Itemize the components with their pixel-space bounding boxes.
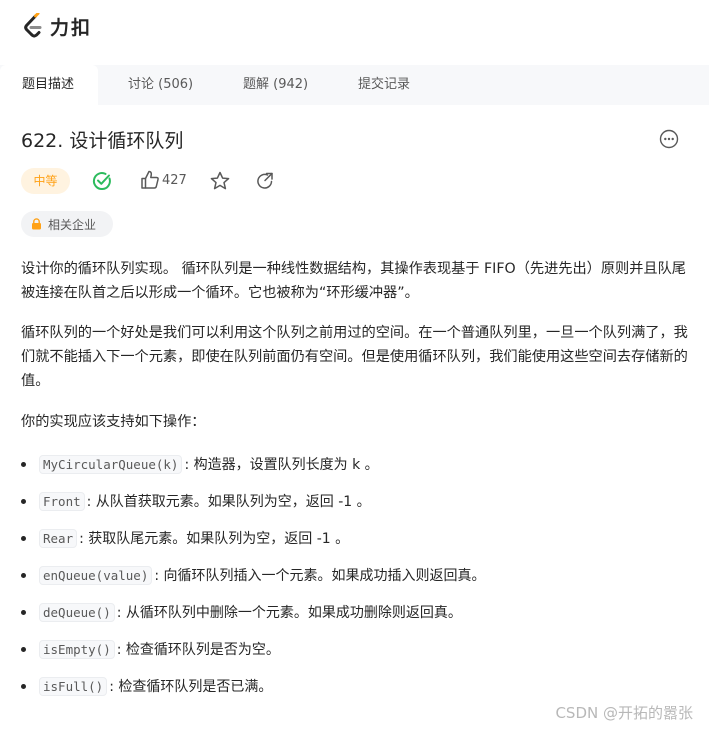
like-count: 427	[162, 173, 187, 188]
brand-name: 力扣	[50, 16, 93, 39]
list-item: MyCircularQueue(k) : 构造器，设置队列长度为 k 。	[21, 452, 379, 476]
description-paragraph: 你的实现应该支持如下操作：	[21, 414, 206, 430]
inline-code: isEmpty()	[39, 639, 115, 659]
star-icon[interactable]	[209, 170, 231, 192]
related-companies-tag[interactable]: 相关企业	[21, 211, 113, 237]
lock-icon	[32, 218, 41, 230]
thumbs-up-icon[interactable]	[139, 169, 161, 191]
list-item: Front : 从队首获取元素。如果队列为空，返回 -1 。	[21, 489, 371, 513]
inline-code: Rear	[39, 528, 78, 548]
tab-discussion[interactable]: 讨论 (506)	[128, 65, 193, 105]
list-item: enQueue(value) : 向循环队列插入一个元素。如果成功插入则返回真。	[21, 563, 486, 587]
more-icon[interactable]	[659, 129, 679, 149]
share-icon[interactable]	[254, 170, 276, 192]
bullet	[21, 609, 26, 615]
list-item-text: : 从队首获取元素。如果队列为空，返回 -1 。	[86, 494, 371, 510]
list-item-text: : 检查循环队列是否已满。	[109, 679, 273, 695]
tab-submissions[interactable]: 提交记录	[358, 65, 410, 105]
bullet	[21, 646, 26, 652]
description-paragraph: 循环队列的一个好处是我们可以利用这个队列之前用过的空间。在一个普通队列里，一旦一…	[21, 325, 688, 389]
list-item-text: : 从循环队列中删除一个元素。如果成功删除则返回真。	[116, 605, 462, 621]
tab-solutions[interactable]: 题解 (942)	[243, 65, 308, 105]
inline-code: MyCircularQueue(k)	[39, 454, 183, 474]
inline-code: isFull()	[39, 676, 108, 696]
inline-code: Front	[39, 491, 85, 511]
list-item-text: : 检查循环队列是否为空。	[116, 642, 280, 658]
bullet	[21, 498, 26, 504]
difficulty-badge: 中等	[21, 168, 70, 194]
inline-code: deQueue()	[39, 602, 115, 622]
list-item-text: : 向循环队列插入一个元素。如果成功插入则返回真。	[154, 568, 486, 584]
list-item-text: : 构造器，设置队列长度为 k 。	[184, 457, 379, 473]
top-bar: 力扣	[0, 0, 709, 52]
list-item: isFull() : 检查循环队列是否已满。	[21, 674, 272, 698]
inline-code: enQueue(value)	[39, 565, 153, 585]
list-item-text: : 获取队尾元素。如果队列为空，返回 -1 。	[79, 531, 350, 547]
bullet	[21, 572, 26, 578]
logo[interactable]: 力扣	[22, 12, 92, 40]
list-item: deQueue() : 从循环队列中删除一个元素。如果成功删除则返回真。	[21, 600, 462, 624]
bullet	[21, 461, 26, 467]
tab-bar: 题目描述 讨论 (506) 题解 (942) 提交记录	[0, 65, 709, 105]
bullet	[21, 683, 26, 689]
problem-title: 622. 设计循环队列	[21, 130, 184, 152]
related-companies-label: 相关企业	[48, 217, 97, 232]
solved-check-icon	[92, 172, 111, 190]
tab-description[interactable]: 题目描述	[0, 65, 98, 105]
list-item: Rear : 获取队尾元素。如果队列为空，返回 -1 。	[21, 526, 349, 550]
watermark: CSDN @开拓的嚣张	[555, 704, 693, 722]
description-paragraph: 设计你的循环队列实现。 循环队列是一种线性数据结构，其操作表现基于 FIFO（先…	[21, 261, 686, 301]
list-item: isEmpty() : 检查循环队列是否为空。	[21, 637, 280, 661]
leetcode-logo-icon	[24, 13, 42, 38]
bullet	[21, 535, 26, 541]
